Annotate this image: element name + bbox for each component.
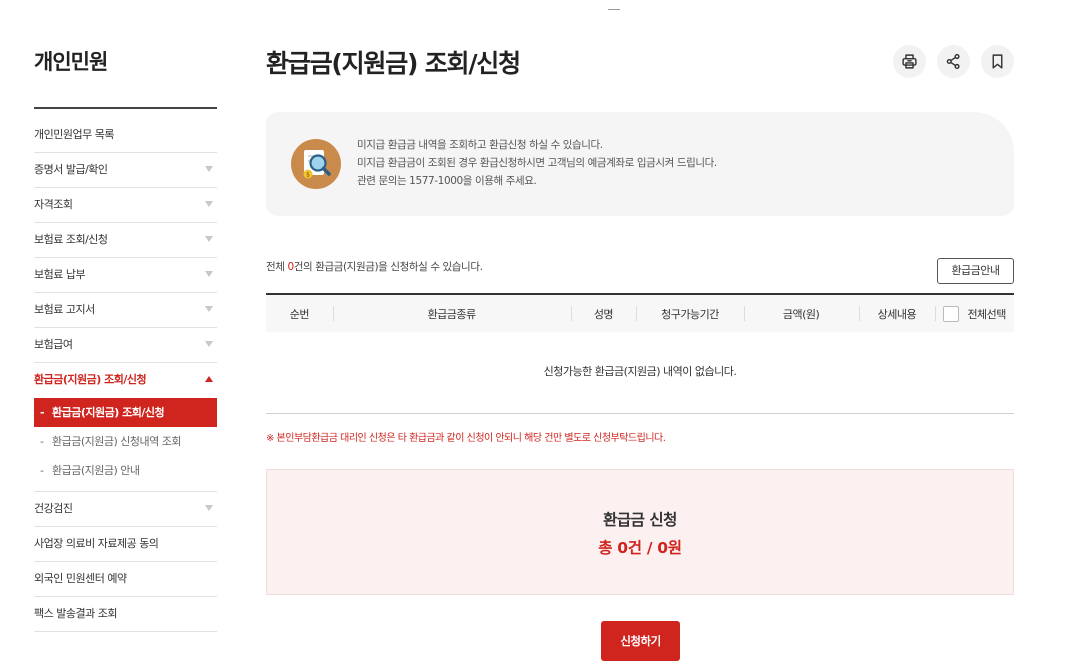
count-suffix: 건의 환급금(지원금)을 신청하실 수 있습니다. [293,261,483,273]
sidebar-divider [34,107,217,109]
sidebar-item-label: 팩스 발송결과 조회 [34,607,117,620]
page-title: 환급금(지원금) 조회/신청 [266,49,521,78]
sidebar-item-premium-notice[interactable]: 보험료 고지서 [34,293,217,328]
column-header-type: 환급금종류 [332,295,571,332]
submenu-item-refund-history[interactable]: - 환급금(지원금) 신청내역 조회 [34,427,217,456]
share-icon [946,53,960,70]
sidebar-item-label: 개인민원업무 목록 [34,128,114,141]
refund-summary-box: 환급금 신청 총 0건 / 0원 [266,469,1014,595]
count-prefix: 전체 [266,261,288,273]
submenu-item-label: 환급금(지원금) 안내 [52,464,140,477]
submenu-item-refund-inquiry[interactable]: - 환급금(지원금) 조회/신청 [34,398,217,427]
refund-count-text: 전체 0건의 환급금(지원금)을 신청하실 수 있습니다. [266,259,483,274]
chevron-down-icon [205,271,213,277]
submenu-item-label: 환급금(지원금) 신청내역 조회 [52,435,182,448]
sidebar-item-civil-list[interactable]: 개인민원업무 목록 [34,118,217,153]
apply-button[interactable]: 신청하기 [601,621,680,661]
sidebar-item-label: 외국인 민원센터 예약 [34,572,127,585]
refund-guide-button[interactable]: 환급금안내 [937,258,1014,284]
refund-table: 순번 환급금종류 성명 청구가능기간 금액(원) 상세내용 전체선택 신청가능한… [266,293,1014,414]
sidebar-item-health-checkup[interactable]: 건강검진 [34,492,217,527]
svg-text:$: $ [306,172,310,179]
sidebar-item-label: 건강검진 [34,502,73,515]
sidebar-item-medical-data-consent[interactable]: 사업장 의료비 자료제공 동의 [34,527,217,562]
select-all-checkbox[interactable] [943,305,960,322]
table-empty-message: 신청가능한 환급금(지원금) 내역이 없습니다. [266,332,1014,414]
sidebar-item-label: 증명서 발급/확인 [34,163,108,176]
sidebar-item-premium-inquiry[interactable]: 보험료 조회/신청 [34,223,217,258]
sidebar-menu: 개인민원업무 목록 증명서 발급/확인 자격조회 보험료 조회/신청 보험료 납… [34,118,217,632]
column-header-period: 청구가능기간 [636,295,743,332]
table-header-row: 순번 환급금종류 성명 청구가능기간 금액(원) 상세내용 전체선택 [266,295,1014,332]
chevron-down-icon [205,166,213,172]
chevron-down-icon [205,201,213,207]
sidebar-item-label: 보험급여 [34,338,73,351]
column-header-amount: 금액(원) [743,295,859,332]
summary-title: 환급금 신청 [603,511,677,529]
chevron-down-icon [205,341,213,347]
dash-icon: - [40,435,44,448]
column-header-name: 성명 [570,295,637,332]
chevron-down-icon [205,505,213,511]
submenu-item-refund-guide[interactable]: - 환급금(지원금) 안내 [34,456,217,485]
sidebar-item-refund[interactable]: 환급금(지원금) 조회/신청 [34,363,217,398]
sidebar-item-premium-payment[interactable]: 보험료 납부 [34,258,217,293]
chevron-down-icon [205,306,213,312]
chevron-down-icon [205,236,213,242]
chevron-up-icon [205,376,213,382]
share-button[interactable] [937,45,970,78]
sidebar-item-eligibility[interactable]: 자격조회 [34,188,217,223]
sidebar-item-certificate[interactable]: 증명서 발급/확인 [34,153,217,188]
sidebar-item-label: 자격조회 [34,198,73,211]
sidebar-item-benefits[interactable]: 보험급여 [34,328,217,363]
top-dash [608,9,620,10]
print-button[interactable] [893,45,926,78]
sidebar-item-label: 환급금(지원금) 조회/신청 [34,373,147,386]
summary-total: 총 0건 / 0원 [598,539,682,557]
info-line: 관련 문의는 1577-1000을 이용해 주세요. [357,175,537,187]
column-header-no: 순번 [289,307,310,321]
sidebar-item-fax-result[interactable]: 팩스 발송결과 조회 [34,597,217,632]
select-all-label: 전체선택 [967,307,1006,321]
sidebar-item-label: 보험료 납부 [34,268,86,281]
bookmark-icon [992,54,1003,69]
info-line: 미지급 환급금 내역을 조회하고 환급신청 하실 수 있습니다. [357,139,603,151]
sidebar-item-foreigner-reservation[interactable]: 외국인 민원센터 예약 [34,562,217,597]
sidebar-item-label: 사업장 의료비 자료제공 동의 [34,537,159,550]
dash-icon: - [40,464,44,477]
print-icon [902,54,917,69]
sidebar-title: 개인민원 [34,50,108,74]
dash-icon: - [40,406,45,419]
notice-text: ※ 본인부담환급금 대리인 신청은 타 환급금과 같이 신청이 안되니 해당 건… [266,433,666,444]
submenu-item-label: 환급금(지원금) 조회/신청 [52,406,165,419]
info-line: 미지급 환급금이 조회된 경우 환급신청하시면 고객님의 예금계좌로 입금시켜 … [357,157,717,169]
magnifier-document-icon: $ [291,139,341,189]
bookmark-button[interactable] [981,45,1014,78]
column-header-detail: 상세내용 [858,295,936,332]
sidebar-submenu: - 환급금(지원금) 조회/신청 - 환급금(지원금) 신청내역 조회 - 환급금(지… [34,398,217,492]
info-box: $ 미지급 환급금 내역을 조회하고 환급신청 하실 수 있습니다. 미지급 환… [266,112,1014,216]
sidebar-item-label: 보험료 조회/신청 [34,233,108,246]
info-text: 미지급 환급금 내역을 조회하고 환급신청 하실 수 있습니다. 미지급 환급금… [357,136,717,190]
column-header-select-all: 전체선택 [935,295,1014,332]
sidebar-item-label: 보험료 고지서 [34,303,95,316]
